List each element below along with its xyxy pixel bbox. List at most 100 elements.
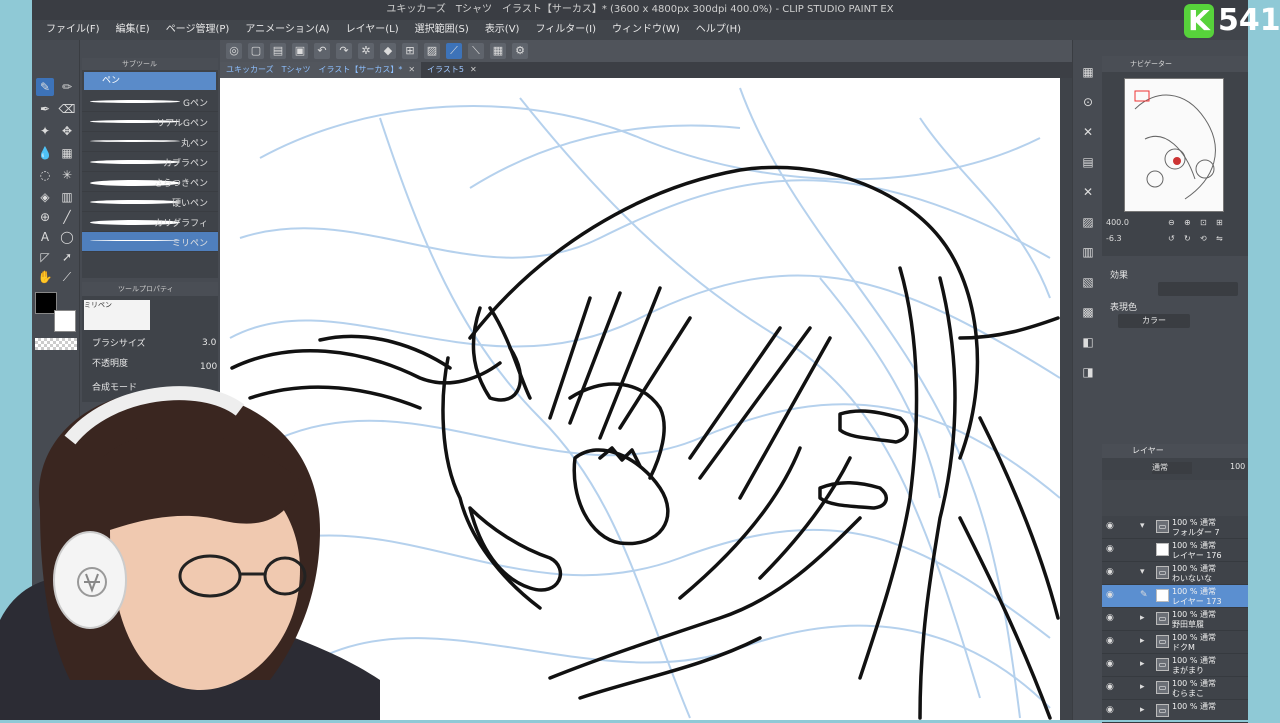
visibility-eye-icon[interactable]: ◉ (1106, 682, 1114, 692)
menu-animation[interactable]: アニメーション(A) (237, 20, 337, 40)
visibility-eye-icon[interactable]: ◉ (1106, 521, 1114, 531)
chevron-right-icon[interactable]: ▸ (1140, 705, 1145, 715)
brush-hard-pen[interactable]: 硬いペン (82, 192, 218, 212)
brush-round-pen[interactable]: 丸ペン (82, 132, 218, 152)
visibility-eye-icon[interactable]: ◉ (1106, 705, 1114, 715)
transparent-color-swatch[interactable] (35, 338, 77, 350)
loading-icon[interactable]: ✲ (358, 43, 374, 59)
canvas-vertical-scrollbar[interactable] (1060, 78, 1072, 720)
menu-selection[interactable]: 選択範囲(S) (407, 20, 477, 40)
layer-row[interactable]: ◉ ▸ ▭ 100 % 通常 ドクM (1102, 631, 1248, 654)
visibility-eye-icon[interactable]: ◉ (1106, 636, 1114, 646)
snap-ruler-icon[interactable]: ⟋ (446, 43, 462, 59)
decoration-tool-icon[interactable]: ✦ (36, 122, 54, 140)
display-color-select[interactable]: カラー (1118, 314, 1190, 328)
layer-property-icon[interactable]: ▥ (1080, 244, 1096, 260)
zoom-value[interactable]: 400.0 (1106, 218, 1129, 227)
layer-row[interactable]: ◉ ▸ ▭ 100 % 通常 まがまり (1102, 654, 1248, 677)
menu-window[interactable]: ウィンドウ(W) (604, 20, 688, 40)
lasso-tool-icon[interactable]: ◌ (36, 166, 54, 184)
text-tool-icon[interactable]: A (36, 228, 54, 246)
blend-tool-icon[interactable]: 💧 (36, 144, 54, 162)
menu-file[interactable]: ファイル(F) (38, 20, 108, 40)
auto-select-icon[interactable]: ✳ (58, 166, 76, 184)
layer-row[interactable]: ◉ ▾ ▭ 100 % 通常 フォルダー 7 (1102, 516, 1248, 539)
fill-tool-icon[interactable]: ◈ (36, 188, 54, 206)
menu-layer[interactable]: レイヤー(L) (338, 20, 407, 40)
brush-real-g-pen[interactable]: リアルGペン (82, 112, 218, 132)
tab-tshirt-illustration[interactable]: ユキッカーズ Tシャツ イラスト【サーカス】* ✕ (220, 62, 422, 78)
clip-studio-icon[interactable]: ◎ (226, 43, 242, 59)
menu-filter[interactable]: フィルター(I) (527, 20, 604, 40)
balloon-tool-icon[interactable]: ◯ (58, 228, 76, 246)
subtool-group-pen[interactable]: ペン (84, 72, 216, 90)
redo-icon[interactable]: ↷ (336, 43, 352, 59)
chevron-right-icon[interactable]: ▸ (1140, 613, 1145, 623)
rotate-left-icon[interactable]: ↺ (1168, 234, 1175, 243)
snap-special-ruler-icon[interactable]: ⟍ (468, 43, 484, 59)
open-folder-icon[interactable]: ▤ (270, 43, 286, 59)
auto-action-icon[interactable]: ▩ (1080, 304, 1096, 320)
history-icon[interactable]: ▤ (1080, 154, 1096, 170)
close-tab-icon[interactable]: ✕ (470, 65, 477, 74)
layer-row[interactable]: ◉ ▸ ▭ 100 % 通常 野田草履 (1102, 608, 1248, 631)
menu-page[interactable]: ページ管理(P) (158, 20, 238, 40)
visibility-eye-icon[interactable]: ◉ (1106, 567, 1114, 577)
layer-row[interactable]: ◉ 100 % 通常 レイヤー 176 (1102, 539, 1248, 562)
chevron-down-icon[interactable]: ▾ (1140, 567, 1145, 577)
brush-calligraphy[interactable]: カリグラフィ (82, 212, 218, 232)
chevron-down-icon[interactable]: ▾ (1140, 521, 1145, 531)
layer-row[interactable]: ◉ ▾ ▭ 100 % 通常 わいないな (1102, 562, 1248, 585)
layer-search-icon[interactable]: ▧ (1080, 274, 1096, 290)
layer-opacity-value[interactable]: 100 (1230, 462, 1245, 471)
sub-color-swatch[interactable] (54, 310, 76, 332)
material-icon[interactable]: ▦ (1080, 64, 1096, 80)
transform-icon[interactable]: ⊞ (402, 43, 418, 59)
visibility-eye-icon[interactable]: ◉ (1106, 613, 1114, 623)
eraser-tool-icon[interactable]: ⌫ (58, 100, 76, 118)
eyedropper-tool-icon[interactable]: ⟋ (58, 268, 76, 286)
pen-pressure-icon[interactable]: ▨ (424, 43, 440, 59)
close-panel-icon[interactable]: ✕ (1080, 124, 1096, 140)
search-icon[interactable]: ⊙ (1080, 94, 1096, 110)
brush-rough-pen[interactable]: さらつきペン (82, 172, 218, 192)
brush-milli-pen[interactable]: ミリペン (82, 232, 218, 252)
hand-tool-icon[interactable]: ✋ (36, 268, 54, 286)
close-tab-icon[interactable]: ✕ (408, 65, 415, 74)
move-tool-icon[interactable]: ✥ (58, 122, 76, 140)
snap-grid-icon[interactable]: ▦ (490, 43, 506, 59)
fit-icon[interactable]: ⊡ (1200, 218, 1207, 227)
menu-view[interactable]: 表示(V) (477, 20, 528, 40)
layer-blend-select[interactable]: 通常 (1152, 462, 1192, 474)
gradient-tool-icon[interactable]: ▥ (58, 188, 76, 206)
grid-tool-icon[interactable]: ▦ (58, 144, 76, 162)
brush-tool-icon[interactable]: ✒ (36, 100, 54, 118)
rotate-right-icon[interactable]: ↻ (1184, 234, 1191, 243)
zoom-in-icon[interactable]: ⊕ (1184, 218, 1191, 227)
flip-icon[interactable]: ⇋ (1216, 234, 1223, 243)
menu-help[interactable]: ヘルプ(H) (688, 20, 749, 40)
new-file-icon[interactable]: ▢ (248, 43, 264, 59)
brush-size-value[interactable]: 3.0 (202, 338, 216, 348)
visibility-eye-icon[interactable]: ◉ (1106, 590, 1114, 600)
effect-buttons[interactable] (1158, 282, 1238, 296)
pencil-tool-icon[interactable]: ✏ (58, 78, 76, 96)
chevron-right-icon[interactable]: ▸ (1140, 659, 1145, 669)
reset-rotation-icon[interactable]: ⟲ (1200, 234, 1207, 243)
brush-g-pen[interactable]: Gペン (82, 92, 218, 112)
menu-edit[interactable]: 編集(E) (108, 20, 158, 40)
chevron-right-icon[interactable]: ▸ (1140, 636, 1145, 646)
pen-tool-icon[interactable]: ✎ (36, 78, 54, 96)
settings-icon[interactable]: ⚙ (512, 43, 528, 59)
layer-row[interactable]: ◉ ▸ ▭ 100 % 通常 むらまこ (1102, 677, 1248, 700)
image-material-icon[interactable]: ▨ (1080, 214, 1096, 230)
undo-icon[interactable]: ↶ (314, 43, 330, 59)
chevron-right-icon[interactable]: ▸ (1140, 682, 1145, 692)
actual-size-icon[interactable]: ⊞ (1216, 218, 1223, 227)
item-bank-icon[interactable]: ◧ (1080, 334, 1096, 350)
clear-icon[interactable]: ◆ (380, 43, 396, 59)
layer-row-selected[interactable]: ◉ ✎ 100 % 通常 レイヤー 173 (1102, 585, 1248, 608)
zoom-out-icon[interactable]: ⊖ (1168, 218, 1175, 227)
close-panel-icon[interactable]: ✕ (1080, 184, 1096, 200)
tab-illust5[interactable]: イラスト5 ✕ (421, 62, 483, 78)
